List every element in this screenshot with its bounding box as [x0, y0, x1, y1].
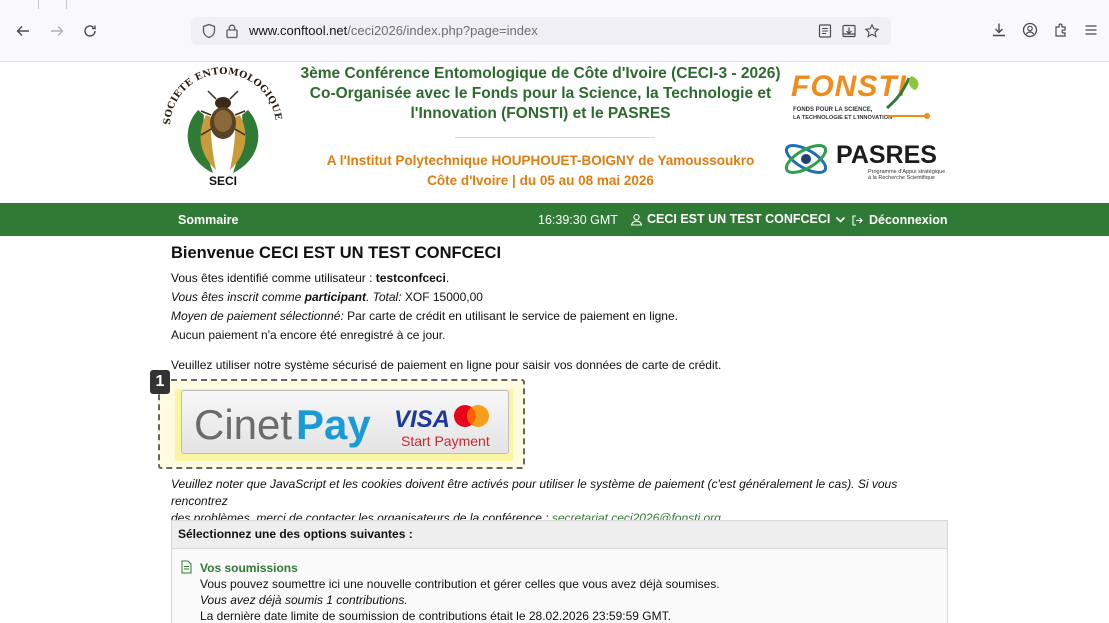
logout-link[interactable]: Déconnexion: [851, 213, 948, 227]
fonsti-logo: FONSTI FONDS POUR LA SCIENCE, LA TECHNOL…: [791, 70, 930, 121]
logout-label: Déconnexion: [869, 213, 948, 227]
menu-icon[interactable]: [1082, 21, 1100, 39]
submissions-link[interactable]: Vos soumissions: [200, 560, 720, 576]
back-icon[interactable]: [12, 20, 34, 42]
visa-logo: VISA: [394, 406, 450, 433]
server-time: 16:39:30 GMT: [538, 213, 618, 227]
submission-deadline: La dernière date limite de soumission de…: [200, 609, 671, 623]
submissions-count: Vous avez déjà soumis 1 contributions.: [200, 593, 408, 607]
payment-method-line: Moyen de paiement sélectionné: Par carte…: [171, 307, 951, 326]
identified-prefix: Vous êtes identifié comme utilisateur :: [171, 271, 376, 285]
total-label: . Total:: [365, 290, 402, 304]
shield-icon[interactable]: [201, 23, 217, 39]
main-content: Bienvenue CECI EST UN TEST CONFCECI Vous…: [171, 244, 951, 375]
cinetpay-brand-b: Pay: [296, 401, 371, 448]
seci-abbr: SECI: [209, 174, 237, 188]
chevron-down-icon: [836, 216, 846, 223]
lock-icon[interactable]: [224, 23, 240, 39]
cinetpay-start-payment-button[interactable]: Cinet Pay VISA Start Payment: [181, 390, 509, 454]
conference-venue: A l'Institut Polytechnique HOUPHOUET-BOI…: [298, 151, 783, 191]
reload-icon[interactable]: [79, 20, 101, 42]
start-payment-label: Start Payment: [401, 433, 490, 449]
forward-icon[interactable]: [46, 20, 68, 42]
conference-venue-line1: A l'Institut Polytechnique HOUPHOUET-BOI…: [326, 153, 755, 168]
username: testconfceci: [375, 271, 446, 285]
main-nav-bar: Sommaire 16:39:30 GMT CECI EST UN TEST C…: [0, 203, 1109, 236]
pasres-emblem: [784, 144, 828, 174]
tab-strip: [0, 0, 1109, 10]
conference-title-line3: l'Innovation (FONSTI) et le PASRES: [410, 105, 671, 122]
user-icon: [630, 213, 643, 226]
url-path: /ceci2026/index.php?page=index: [347, 23, 538, 38]
fonsti-wordmark: FONSTI: [791, 70, 907, 103]
url-host: www.conftool.net: [249, 23, 348, 38]
cinetpay-brand-a: Cinet: [194, 401, 292, 448]
identified-line: Vous êtes identifié comme utilisateur : …: [171, 271, 450, 285]
fonsti-tagline-2: LA TECHNOLOGIE ET L'INNOVATION: [793, 115, 892, 121]
options-panel: Sélectionnez une des options suivantes :…: [171, 520, 948, 623]
header-divider: [455, 137, 655, 138]
pasres-tagline-2: à la Recherche Scientifique: [868, 175, 935, 181]
total-amount: XOF 15000,00: [401, 290, 483, 304]
secure-payment-instruction: Veuillez utiliser notre système sécurisé…: [171, 358, 722, 372]
account-icon[interactable]: [1021, 21, 1039, 39]
reader-view-icon[interactable]: [817, 23, 833, 39]
url-bar[interactable]: www.conftool.net/ceci2026/index.php?page…: [191, 17, 891, 45]
submissions-description: Vous pouvez soumettre ici une nouvelle c…: [200, 577, 720, 591]
conference-title-line2: Co-Organisée avec le Fonds pour la Scien…: [309, 85, 772, 102]
browser-toolbar: www.conftool.net/ceci2026/index.php?page…: [0, 0, 1109, 62]
bookmark-star-icon[interactable]: [864, 23, 880, 39]
pocket-save-icon[interactable]: [841, 23, 857, 39]
payment-method-label: Moyen de paiement sélectionné:: [171, 309, 344, 323]
user-name: CECI EST UN TEST CONFCECI: [647, 212, 831, 226]
annotation-badge: 1: [150, 370, 170, 394]
logout-icon: [852, 214, 863, 226]
conference-dates: Côte d'Ivoire | du 05 au 08 mai 2026: [427, 173, 654, 188]
conference-title: 3ème Conférence Entomologique de Côte d'…: [298, 64, 783, 124]
note-line-1: Veuillez noter que JavaScript et les coo…: [171, 477, 898, 508]
payment-method-value: Par carte de crédit en utilisant le serv…: [343, 309, 678, 323]
cinetpay-logo: Cinet Pay VISA Start Payment: [194, 401, 490, 449]
registration-line: Vous êtes inscrit comme participant. Tot…: [171, 288, 951, 307]
mastercard-icon: [454, 405, 489, 427]
submissions-option: Vos soumissions Vous pouvez soumettre ic…: [180, 560, 720, 623]
no-payment-line: Aucun paiement n'a encore été enregistré…: [171, 328, 446, 342]
fonsti-tagline-1: FONDS POUR LA SCIENCE,: [793, 107, 873, 113]
options-heading: Sélectionnez une des options suivantes :: [172, 521, 947, 549]
pasres-logo: PASRES Programme d'Appui stratégique à l…: [784, 141, 945, 181]
extensions-icon[interactable]: [1052, 21, 1070, 39]
nav-summary-link[interactable]: Sommaire: [178, 213, 238, 227]
conference-title-line1: 3ème Conférence Entomologique de Côte d'…: [300, 65, 781, 82]
pasres-wordmark: PASRES: [836, 141, 937, 169]
url-text[interactable]: www.conftool.net/ceci2026/index.php?page…: [249, 23, 538, 38]
registered-prefix: Vous êtes inscrit comme: [171, 290, 305, 304]
participant-role: participant: [304, 290, 366, 304]
user-menu[interactable]: CECI EST UN TEST CONFCECI: [630, 212, 847, 226]
document-icon: [181, 560, 192, 574]
seci-logo: SOCIETE ENTOMOLOGIQUE DE CÔTE D'IVOIRE S…: [158, 55, 284, 188]
welcome-heading: Bienvenue CECI EST UN TEST CONFCECI: [171, 244, 502, 262]
downloads-icon[interactable]: [990, 21, 1008, 39]
